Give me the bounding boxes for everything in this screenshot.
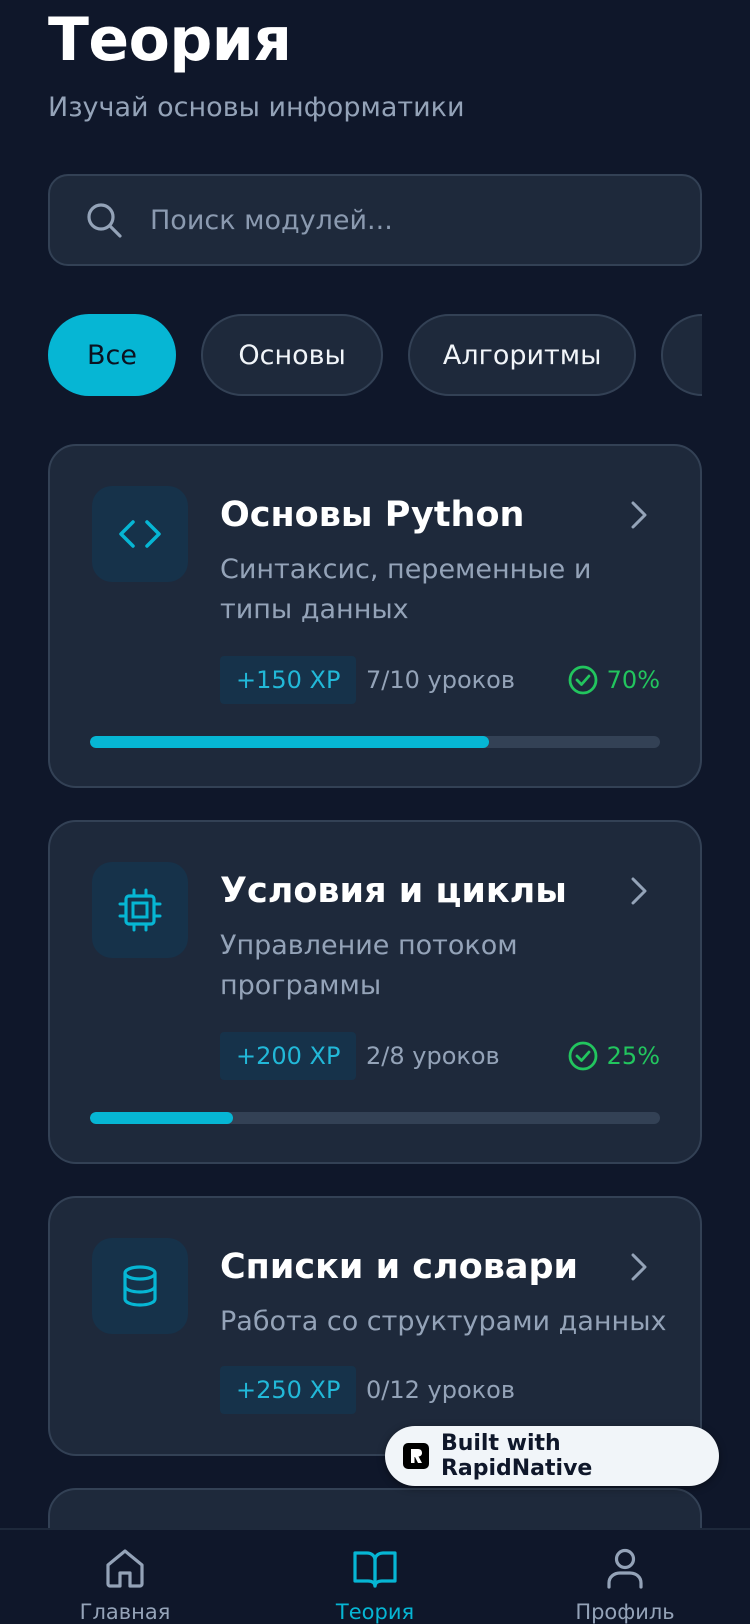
lessons-count: 0/12 уроков [366, 1376, 515, 1404]
code-icon [92, 486, 188, 582]
page-subtitle: Изучай основы информатики [48, 92, 465, 123]
tab-profile[interactable]: Профиль [545, 1544, 705, 1624]
bottom-tab-bar: Главная Теория Профиль [0, 1528, 750, 1624]
xp-badge: +200 XP [220, 1032, 357, 1080]
chevron-right-icon [624, 874, 654, 908]
chevron-right-icon [624, 1250, 654, 1284]
module-description: Работа со структурами данных [220, 1306, 667, 1337]
check-circle-icon [567, 1040, 599, 1072]
module-card-lists[interactable]: Списки и словари Работа со структурами д… [48, 1196, 702, 1456]
filter-chip-basics[interactable]: Основы [201, 314, 384, 396]
lessons-count: 7/10 уроков [366, 666, 515, 694]
module-card-python[interactable]: Основы Python Синтаксис, переменные и ти… [48, 444, 702, 788]
lessons-count: 2/8 уроков [366, 1042, 500, 1070]
percent-value: 70% [606, 666, 660, 694]
rapidnative-logo-icon [403, 1443, 429, 1469]
book-icon [351, 1544, 399, 1592]
search-icon [84, 200, 124, 240]
percent-value: 25% [606, 1042, 660, 1070]
progress-bar [90, 736, 660, 748]
filter-chip-more[interactable] [661, 314, 702, 396]
built-with-text: Built with RapidNative [440, 1431, 593, 1481]
search-input[interactable] [150, 190, 700, 250]
cpu-icon [92, 862, 188, 958]
module-title: Условия и циклы [220, 871, 567, 911]
user-icon [601, 1544, 649, 1592]
tab-label: Профиль [575, 1600, 675, 1624]
module-title: Списки и словари [220, 1247, 579, 1287]
database-icon [92, 1238, 188, 1334]
search-bar[interactable] [48, 174, 702, 266]
progress-percent: 25% [567, 1032, 660, 1080]
filter-chip-algorithms[interactable]: Алгоритмы [408, 314, 637, 396]
chevron-right-icon [624, 498, 654, 532]
progress-fill [90, 1112, 233, 1124]
progress-percent: 70% [567, 656, 660, 704]
filter-chips: Все Основы Алгоритмы [48, 314, 702, 396]
tab-home[interactable]: Главная [45, 1544, 205, 1624]
xp-badge: +150 XP [220, 656, 357, 704]
built-with-badge[interactable]: Built with RapidNative [385, 1426, 719, 1486]
filter-chip-all[interactable]: Все [48, 314, 176, 396]
check-circle-icon [567, 664, 599, 696]
module-description: Управление потоком программы [220, 930, 518, 1001]
module-description: Синтаксис, переменные и типы данных [220, 554, 592, 625]
tab-theory[interactable]: Теория [295, 1544, 455, 1624]
page-title: Теория [48, 5, 292, 75]
home-icon [101, 1544, 149, 1592]
progress-bar [90, 1112, 660, 1124]
theory-screen: Теория Изучай основы информатики Все Осн… [0, 0, 750, 1624]
progress-fill [90, 736, 489, 748]
module-title: Основы Python [220, 495, 525, 535]
xp-badge: +250 XP [220, 1366, 357, 1414]
module-card-conditions[interactable]: Условия и циклы Управление потоком прогр… [48, 820, 702, 1164]
tab-label: Теория [335, 1600, 415, 1624]
tab-label: Главная [79, 1600, 171, 1624]
